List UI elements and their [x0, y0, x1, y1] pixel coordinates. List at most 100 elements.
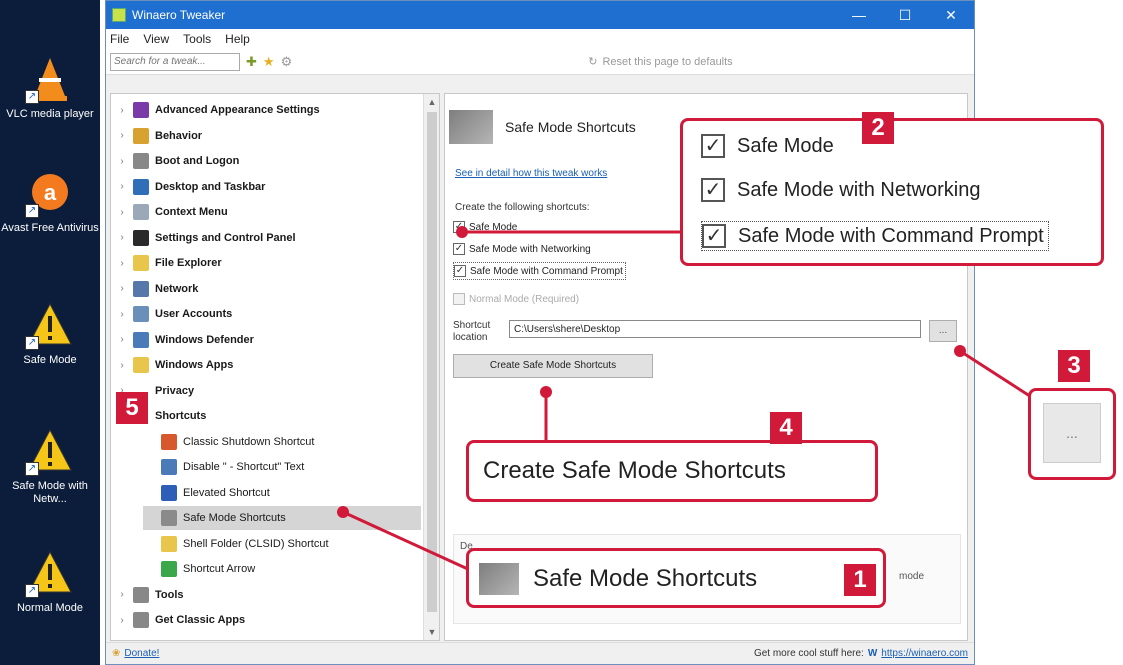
checkbox-checked-icon: ✓	[701, 134, 725, 158]
category-icon	[133, 178, 149, 195]
desktop-icon-label: Avast Free Antivirus	[1, 222, 99, 234]
desktop-icon-vlc[interactable]: ↗ VLC media player	[0, 54, 100, 121]
donate-icon: ❀	[112, 648, 121, 659]
menu-bar: File View Tools Help	[106, 29, 974, 49]
tree-item-category[interactable]: › Settings and Control Panel	[115, 226, 421, 250]
category-icon	[133, 357, 149, 373]
tree-item-shortcut[interactable]: Elevated Shortcut	[143, 481, 421, 505]
tree-item-label: Boot and Logon	[155, 155, 240, 167]
desktop-icon-normal-mode[interactable]: ↗ Normal Mode	[0, 548, 100, 615]
tree-item-category[interactable]: › Boot and Logon	[115, 149, 421, 173]
svg-text:a: a	[44, 180, 57, 205]
menu-file[interactable]: File	[110, 32, 129, 46]
maximize-button[interactable]: ☐	[882, 1, 928, 29]
tree-item-shortcut[interactable]: Classic Shutdown Shortcut	[143, 430, 421, 454]
desktop: ↗ VLC media player a ↗ Avast Free Antivi…	[0, 0, 100, 665]
status-bar: ❀ Donate! Get more cool stuff here: W ht…	[106, 642, 974, 664]
scroll-thumb[interactable]	[427, 112, 437, 612]
chevron-right-icon[interactable]: ›	[115, 105, 129, 116]
chevron-right-icon[interactable]: ›	[115, 360, 129, 371]
gear-icon[interactable]: ⚙	[281, 54, 293, 70]
desktop-icon-safe-mode-network[interactable]: ↗ Safe Mode with Netw...	[0, 426, 100, 506]
tree-item-label: Classic Shutdown Shortcut	[183, 435, 315, 448]
tree-item-category[interactable]: › Network	[115, 277, 421, 301]
safe-mode-command-prompt-checkbox[interactable]: ✓ Safe Mode with Command Prompt	[453, 262, 626, 280]
checkbox-label: Safe Mode	[469, 221, 518, 233]
detail-link[interactable]: See in detail how this tweak works	[455, 168, 607, 179]
category-icon	[161, 433, 177, 450]
callout-label: Safe Mode with Command Prompt	[738, 224, 1044, 247]
tree-item-category[interactable]: › Tools	[115, 583, 421, 607]
tree-item-category[interactable]: ⌄Shortcuts	[115, 404, 421, 428]
menu-help[interactable]: Help	[225, 32, 250, 46]
chevron-right-icon[interactable]: ›	[115, 130, 129, 141]
desktop-icon-label: VLC media player	[6, 108, 94, 120]
tree-item-category[interactable]: › Context Menu	[115, 200, 421, 224]
category-icon	[161, 484, 177, 501]
shortcut-location-input[interactable]	[509, 320, 921, 338]
tree-scrollbar[interactable]: ▲ ▼	[423, 94, 439, 640]
chevron-right-icon[interactable]: ›	[115, 258, 129, 269]
callout-number-1: 1	[844, 564, 876, 596]
safe-mode-networking-checkbox[interactable]: ✓ Safe Mode with Networking	[453, 240, 591, 258]
tree-item-category[interactable]: › User Accounts	[115, 302, 421, 326]
tree-item-label: Context Menu	[155, 206, 228, 218]
tree-item-category[interactable]: › Behavior	[115, 124, 421, 148]
tree-item-label: Behavior	[155, 129, 203, 142]
tree-item-category[interactable]: › Desktop and Taskbar	[115, 175, 421, 199]
callout-safe-mode: ✓ Safe Mode	[701, 131, 834, 161]
desktop-icon-label: Safe Mode	[23, 354, 77, 366]
callout-1: Safe Mode Shortcuts	[466, 548, 886, 608]
tree-item-category[interactable]: › Get Classic Apps	[115, 608, 421, 632]
chevron-right-icon[interactable]: ›	[115, 181, 129, 192]
title-bar[interactable]: Winaero Tweaker — ☐ ✕	[106, 1, 974, 29]
tree-item-shortcut[interactable]: Disable " - Shortcut" Text	[143, 455, 421, 479]
callout-dot	[337, 506, 349, 518]
callout-safe-mode-shortcuts-text: Safe Mode Shortcuts	[533, 565, 758, 592]
close-button[interactable]: ✕	[928, 1, 974, 29]
chevron-right-icon[interactable]: ›	[115, 156, 129, 167]
desktop-icon-label: Safe Mode with Netw...	[12, 480, 88, 505]
tree-item-category[interactable]: › File Explorer	[115, 251, 421, 275]
menu-view[interactable]: View	[143, 32, 169, 46]
category-icon	[161, 459, 177, 475]
menu-tools[interactable]: Tools	[183, 32, 211, 46]
scroll-down-icon[interactable]: ▼	[424, 624, 439, 640]
tree-item-category[interactable]: › Windows Defender	[115, 328, 421, 352]
checkbox-checked-icon: ✓	[702, 224, 726, 248]
callout-label: Safe Mode with Networking	[737, 178, 981, 201]
chevron-right-icon[interactable]: ›	[115, 309, 129, 320]
tree-item-category[interactable]: › Windows Apps	[115, 353, 421, 377]
scroll-up-icon[interactable]: ▲	[424, 94, 439, 110]
category-icon	[133, 153, 149, 169]
checkbox-checked-icon: ✓	[453, 243, 465, 255]
search-input[interactable]	[110, 52, 240, 71]
reset-defaults-link[interactable]: ↻ Reset this page to defaults	[588, 55, 733, 69]
chevron-right-icon[interactable]: ›	[115, 232, 129, 243]
browse-button[interactable]: ...	[929, 320, 957, 342]
callout-create-text: Create Safe Mode Shortcuts	[483, 457, 786, 484]
tree-item-label: Shortcut Arrow	[183, 563, 256, 575]
tree-item-category[interactable]: › Privacy	[115, 379, 421, 403]
tree-item-category[interactable]: › Advanced Appearance Settings	[115, 98, 421, 122]
reset-label: Reset this page to defaults	[602, 55, 733, 68]
star-icon[interactable]: ★	[263, 54, 275, 70]
winaero-link[interactable]: https://winaero.com	[881, 648, 968, 659]
tree-item-shortcut[interactable]: Shell Folder (CLSID) Shortcut	[143, 532, 421, 556]
callout-dot	[456, 226, 468, 238]
desktop-icon-safe-mode[interactable]: ↗ Safe Mode	[0, 300, 100, 367]
chevron-right-icon[interactable]: ›	[115, 207, 129, 218]
chevron-right-icon[interactable]: ›	[115, 589, 129, 600]
tree-item-shortcut[interactable]: Shortcut Arrow	[143, 557, 421, 581]
chevron-right-icon[interactable]: ›	[115, 283, 129, 294]
create-shortcuts-button[interactable]: Create Safe Mode Shortcuts	[453, 354, 653, 378]
donate-link[interactable]: Donate!	[124, 648, 159, 659]
tree-item-shortcut[interactable]: Safe Mode Shortcuts	[143, 506, 421, 530]
tree-item-label: Get Classic Apps	[155, 614, 246, 626]
chevron-right-icon[interactable]: ›	[115, 615, 129, 626]
chevron-right-icon[interactable]: ›	[115, 334, 129, 345]
desktop-icon-avast[interactable]: a ↗ Avast Free Antivirus	[0, 168, 100, 235]
callout-number-4: 4	[770, 412, 802, 444]
bookmark-add-icon[interactable]: ✚	[246, 54, 257, 70]
minimize-button[interactable]: —	[836, 1, 882, 29]
